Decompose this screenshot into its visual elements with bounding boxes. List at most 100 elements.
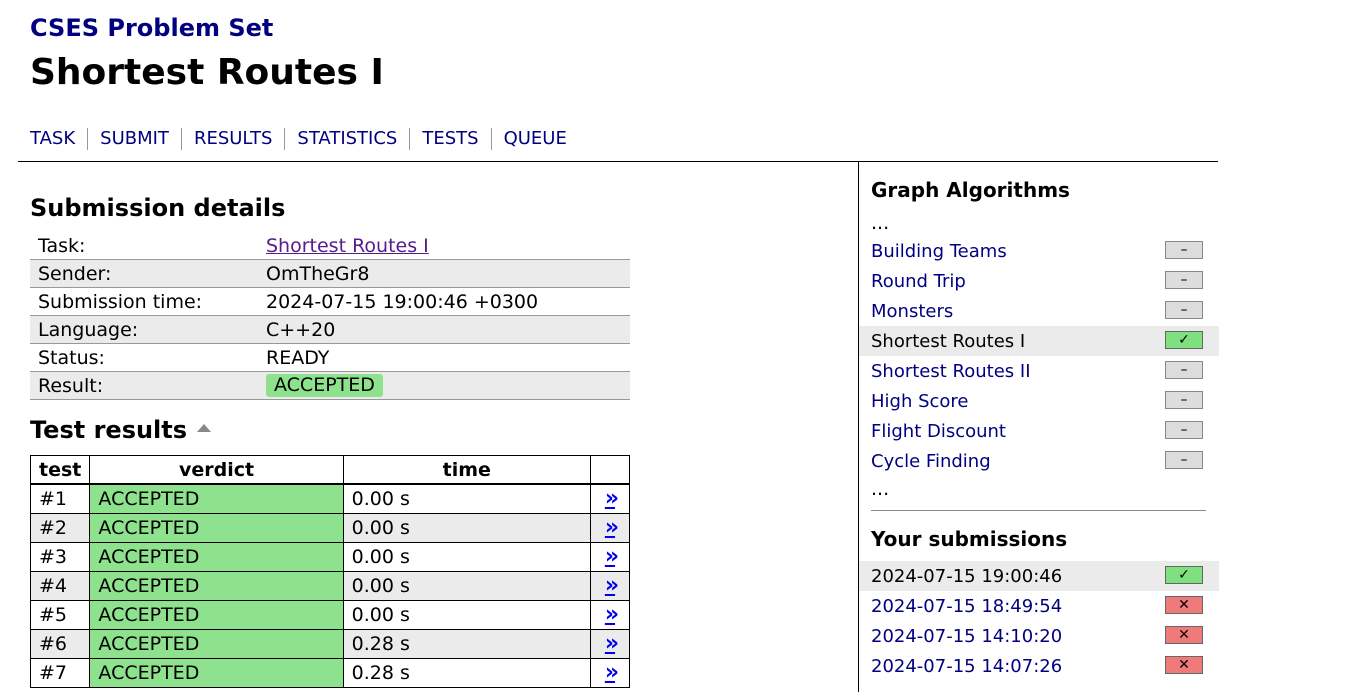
sidebar-section-heading: Graph Algorithms xyxy=(871,178,1070,202)
your-submissions-heading: Your submissions xyxy=(871,527,1068,551)
test-detail-cell: » xyxy=(589,571,631,601)
nav-tests[interactable]: TESTS xyxy=(409,128,490,150)
test-verdict: ACCEPTED xyxy=(89,600,344,630)
cross-icon: ✕ xyxy=(1165,596,1203,614)
submission-item: 2024-07-15 14:10:20 ✕ xyxy=(859,621,1219,651)
test-time: 0.00 s xyxy=(342,571,591,601)
detail-row-sender: Sender: OmTheGr8 xyxy=(30,259,630,288)
table-row: #3 ACCEPTED 0.00 s » xyxy=(29,542,631,572)
dash-icon: – xyxy=(1165,391,1203,409)
table-row: #6 ACCEPTED 0.28 s » xyxy=(29,629,631,659)
test-time: 0.28 s xyxy=(342,629,591,659)
current-submission-time: 2024-07-15 19:00:46 xyxy=(871,565,1063,587)
double-chevron-right-icon[interactable]: » xyxy=(605,486,619,511)
test-number: #2 xyxy=(29,513,91,543)
sidebar-item-round-trip: Round Trip – xyxy=(859,266,1219,296)
test-number: #3 xyxy=(29,542,91,572)
problem-nav: TASK SUBMIT RESULTS STATISTICS TESTS QUE… xyxy=(30,128,579,150)
test-time: 0.00 s xyxy=(342,542,591,572)
dash-icon: – xyxy=(1165,361,1203,379)
test-number: #5 xyxy=(29,600,91,630)
problem-link[interactable]: High Score xyxy=(871,391,969,412)
sidebar-item-flight-discount: Flight Discount – xyxy=(859,416,1219,446)
sidebar-ellipsis-bottom: ... xyxy=(871,478,890,500)
task-link[interactable]: Shortest Routes I xyxy=(266,235,429,257)
checkmark-icon: ✓ xyxy=(1165,331,1203,349)
collapse-triangle-icon[interactable] xyxy=(197,424,212,432)
detail-value: C++20 xyxy=(258,315,630,344)
test-number: #1 xyxy=(29,483,91,514)
page: CSES Problem Set Shortest Routes I TASK … xyxy=(0,0,1372,692)
detail-label: Language: xyxy=(30,315,258,344)
test-number: #7 xyxy=(29,658,91,688)
cross-icon: ✕ xyxy=(1165,626,1203,644)
problem-link[interactable]: Flight Discount xyxy=(871,421,1006,442)
nav-statistics[interactable]: STATISTICS xyxy=(284,128,409,150)
sidebar-submission-list: 2024-07-15 19:00:46 ✓ 2024-07-15 18:49:5… xyxy=(859,561,1219,681)
test-verdict: ACCEPTED xyxy=(89,629,344,659)
site-title-link[interactable]: CSES Problem Set xyxy=(30,14,273,42)
sidebar-problem-list: Building Teams – Round Trip – Monsters –… xyxy=(859,236,1219,476)
submission-item: 2024-07-15 18:49:54 ✕ xyxy=(859,591,1219,621)
detail-value: OmTheGr8 xyxy=(258,259,630,288)
double-chevron-right-icon[interactable]: » xyxy=(605,602,619,627)
table-row: #1 ACCEPTED 0.00 s » xyxy=(29,483,631,514)
detail-value: ACCEPTED xyxy=(258,371,630,400)
test-results-label: Test results xyxy=(30,416,188,444)
dash-icon: – xyxy=(1165,421,1203,439)
test-detail-cell: » xyxy=(589,600,631,630)
test-results-heading[interactable]: Test results xyxy=(30,416,212,444)
submission-item: 2024-07-15 19:00:46 ✓ xyxy=(859,561,1219,591)
detail-value: Shortest Routes I xyxy=(258,232,630,260)
submission-item: 2024-07-15 14:07:26 ✕ xyxy=(859,651,1219,681)
test-verdict: ACCEPTED xyxy=(89,571,344,601)
test-detail-cell: » xyxy=(589,542,631,572)
header-divider xyxy=(18,161,1218,162)
test-detail-cell: » xyxy=(589,629,631,659)
problem-link[interactable]: Shortest Routes II xyxy=(871,361,1031,382)
nav-queue[interactable]: QUEUE xyxy=(490,128,579,150)
detail-row-status: Status: READY xyxy=(30,343,630,372)
cross-icon: ✕ xyxy=(1165,656,1203,674)
detail-row-result: Result: ACCEPTED xyxy=(30,371,630,400)
result-badge: ACCEPTED xyxy=(266,374,383,397)
page-title: Shortest Routes I xyxy=(30,52,384,93)
table-row: #2 ACCEPTED 0.00 s » xyxy=(29,513,631,543)
double-chevron-right-icon[interactable]: » xyxy=(605,544,619,569)
detail-value: READY xyxy=(258,343,630,372)
test-detail-cell: » xyxy=(589,513,631,543)
double-chevron-right-icon[interactable]: » xyxy=(605,515,619,540)
detail-label: Result: xyxy=(30,371,258,400)
problem-link[interactable]: Monsters xyxy=(871,301,953,322)
test-verdict: ACCEPTED xyxy=(89,658,344,688)
sidebar-item-monsters: Monsters – xyxy=(859,296,1219,326)
test-time: 0.00 s xyxy=(342,483,591,514)
double-chevron-right-icon[interactable]: » xyxy=(605,573,619,598)
submission-details-table: Task: Shortest Routes I Sender: OmTheGr8… xyxy=(30,232,630,400)
dash-icon: – xyxy=(1165,241,1203,259)
double-chevron-right-icon[interactable]: » xyxy=(605,660,619,685)
test-verdict: ACCEPTED xyxy=(89,542,344,572)
sidebar-item-shortest-routes-i: Shortest Routes I ✓ xyxy=(859,326,1219,356)
submission-details-heading: Submission details xyxy=(30,194,286,222)
problem-link[interactable]: Cycle Finding xyxy=(871,451,991,472)
dash-icon: – xyxy=(1165,301,1203,319)
test-number: #4 xyxy=(29,571,91,601)
table-row: #7 ACCEPTED 0.28 s » xyxy=(29,658,631,688)
detail-row-time: Submission time: 2024-07-15 19:00:46 +03… xyxy=(30,287,630,316)
detail-label: Task: xyxy=(30,232,258,260)
sidebar-item-high-score: High Score – xyxy=(859,386,1219,416)
submission-link[interactable]: 2024-07-15 18:49:54 xyxy=(871,596,1062,617)
col-test: test xyxy=(29,455,91,485)
problem-link[interactable]: Building Teams xyxy=(871,241,1007,262)
submission-link[interactable]: 2024-07-15 14:07:26 xyxy=(871,656,1062,677)
test-time: 0.00 s xyxy=(342,513,591,543)
nav-submit[interactable]: SUBMIT xyxy=(87,128,181,150)
submission-link[interactable]: 2024-07-15 14:10:20 xyxy=(871,626,1062,647)
test-header-row: test verdict time xyxy=(29,455,631,485)
problem-link[interactable]: Round Trip xyxy=(871,271,966,292)
nav-task[interactable]: TASK xyxy=(30,128,87,150)
double-chevron-right-icon[interactable]: » xyxy=(605,631,619,656)
nav-results[interactable]: RESULTS xyxy=(180,128,284,150)
detail-label: Submission time: xyxy=(30,287,258,316)
